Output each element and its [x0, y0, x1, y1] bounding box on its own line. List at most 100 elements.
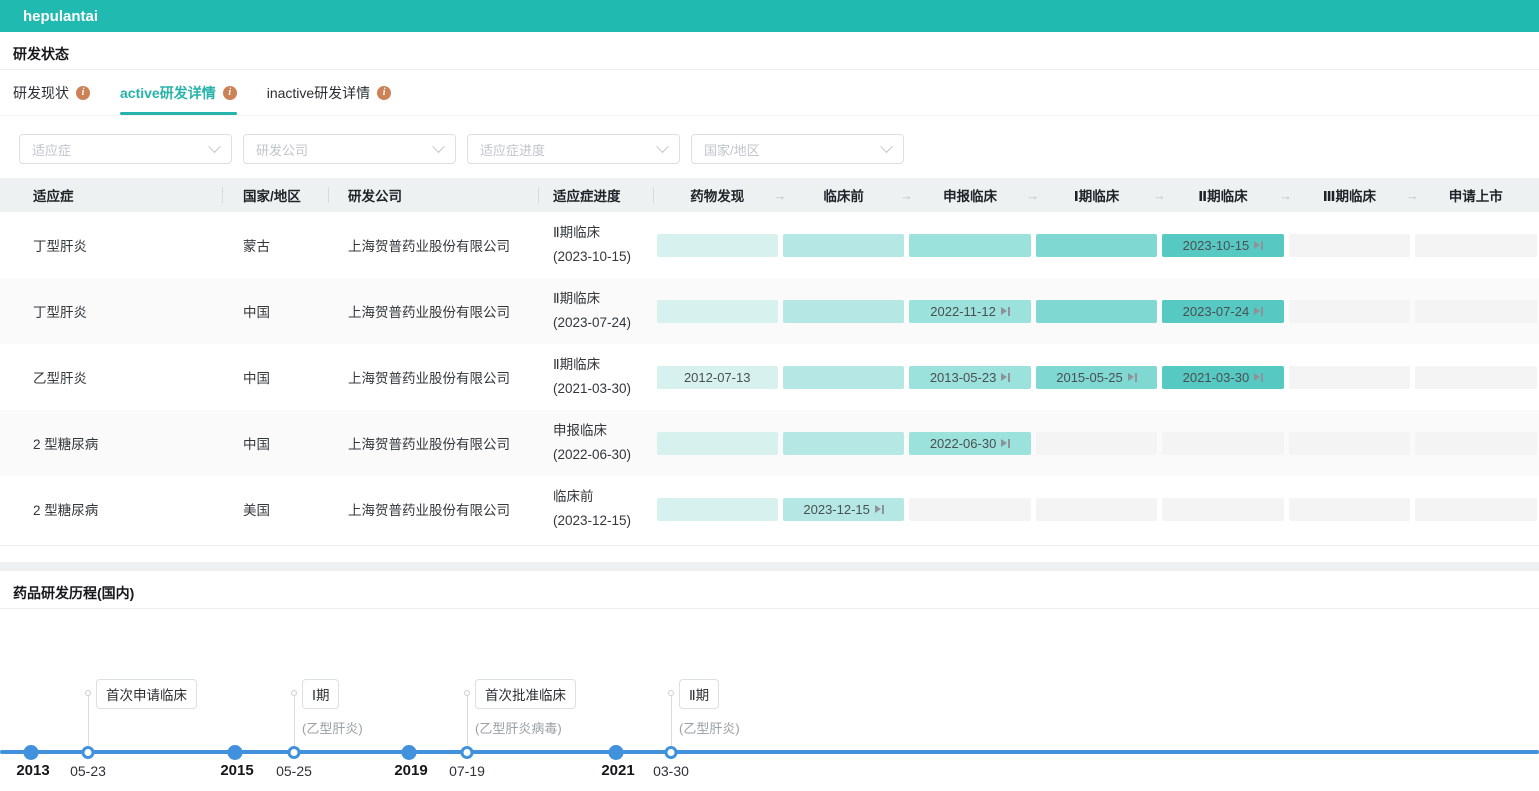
step-bar [1135, 373, 1137, 382]
step-forward-icon[interactable] [1001, 307, 1010, 316]
stage-header-label: 临床前 [823, 185, 864, 205]
step-triangle [1254, 373, 1260, 381]
timeline-event-box[interactable]: 首次申请临床 [96, 679, 197, 709]
timeline-event-dot[interactable] [82, 746, 95, 759]
step-forward-icon[interactable] [1254, 373, 1263, 382]
timeline-event-dot[interactable] [288, 746, 301, 759]
timeline-event-dot[interactable] [461, 746, 474, 759]
stage-cell: 2021-03-30 [1160, 366, 1286, 389]
stage-bar-filled[interactable]: 2023-07-24 [1162, 300, 1283, 323]
filter-select-适应症进度[interactable]: 适应症进度 [467, 134, 680, 164]
step-forward-icon[interactable] [1001, 439, 1010, 448]
filter-select-国家/地区[interactable]: 国家/地区 [691, 134, 904, 164]
stage-bar-filled [909, 234, 1030, 257]
stage-bar-filled[interactable]: 2023-10-15 [1162, 234, 1283, 257]
timeline-event-stem [294, 695, 295, 752]
cell-progress: 申报临床(2022-06-30) [539, 419, 654, 466]
column-header-适应症: 适应症 [0, 178, 223, 212]
stage-cell [1286, 498, 1412, 521]
stage-bar-filled [1036, 300, 1157, 323]
stage-cell: 2013-05-23 [907, 366, 1033, 389]
cell-indication: 乙型肝炎 [0, 367, 223, 387]
step-forward-icon[interactable] [1001, 373, 1010, 382]
stage-cell [780, 300, 906, 323]
stage-bar-empty [909, 498, 1030, 521]
stage-bar-empty [1415, 234, 1536, 257]
timeline-event-stem [671, 695, 672, 752]
timeline-event-box[interactable]: 首次批准临床 [475, 679, 576, 709]
stage-bar-empty [1415, 366, 1536, 389]
stage-header-label: Ⅲ期临床 [1323, 185, 1376, 205]
stage-bar-filled[interactable]: 2022-11-12 [909, 300, 1030, 323]
timeline-event-box[interactable]: Ⅱ期 [679, 679, 719, 709]
rd-history-card: 药品研发历程(国内) 2013201520192021首次申请临床05-23Ⅰ期… [0, 571, 1539, 783]
stage-cell [1286, 300, 1412, 323]
cell-company: 上海贺普药业股份有限公司 [329, 499, 539, 519]
progress-stage-label: 临床前 [553, 485, 654, 509]
step-forward-icon[interactable] [875, 505, 884, 514]
filter-select-适应症[interactable]: 适应症 [19, 134, 232, 164]
stage-bar-filled[interactable]: 2022-06-30 [909, 432, 1030, 455]
tab-inactive研发详情[interactable]: inactive研发详情i [267, 70, 391, 115]
chevron-down-icon [208, 140, 221, 153]
column-header-label: 适应症进度 [553, 185, 621, 205]
section-title-rd-status: 研发状态 [0, 32, 1539, 70]
table-row: 丁型肝炎中国上海贺普药业股份有限公司Ⅱ期临床(2023-07-24)2022-1… [0, 278, 1539, 344]
table-bottom-divider [0, 545, 1539, 562]
cell-region: 中国 [223, 367, 329, 387]
stage-header-label: Ⅱ期临床 [1198, 185, 1247, 205]
step-bar [1008, 373, 1010, 382]
timeline-stem-dot [668, 690, 674, 696]
timeline-event-subtitle: (乙型肝炎) [302, 718, 363, 737]
stage-cell [780, 432, 906, 455]
cell-progress: Ⅱ期临床(2023-07-24) [539, 287, 654, 334]
stage-bar-filled[interactable]: 2023-12-15 [783, 498, 904, 521]
stage-bar-filled[interactable]: 2015-05-25 [1036, 366, 1157, 389]
stage-cell [654, 234, 780, 257]
tab-研发现状[interactable]: 研发现状 i [13, 70, 90, 115]
step-triangle [1128, 373, 1134, 381]
filter-select-研发公司[interactable]: 研发公司 [243, 134, 456, 164]
stage-bar-empty [1415, 300, 1536, 323]
stage-header-临床前: 临床前→ [780, 178, 906, 212]
stage-cell [1286, 366, 1412, 389]
info-icon[interactable]: i [377, 86, 391, 100]
step-bar [1261, 373, 1263, 382]
stage-bar-filled[interactable]: 2013-05-23 [909, 366, 1030, 389]
step-triangle [1001, 439, 1007, 447]
timeline-event-subtitle: (乙型肝炎病毒) [475, 718, 562, 737]
stage-bar-empty [1289, 234, 1410, 257]
timeline-stem-dot [85, 690, 91, 696]
table-row: 丁型肝炎蒙古上海贺普药业股份有限公司Ⅱ期临床(2023-10-15)2023-1… [0, 212, 1539, 278]
progress-stage-date: (2023-10-15) [553, 245, 654, 269]
app-header-bar: hepulantai [0, 0, 1539, 32]
timeline-year-label: 2013 [16, 762, 49, 779]
step-forward-icon[interactable] [1254, 241, 1263, 250]
stage-date-label: 2013-05-23 [930, 370, 997, 385]
step-forward-icon[interactable] [1128, 373, 1137, 382]
filter-placeholder: 国家/地区 [704, 140, 760, 159]
stage-cell [1033, 498, 1159, 521]
chevron-down-icon [656, 140, 669, 153]
stage-header-药物发现: 药物发现→ [654, 178, 780, 212]
timeline-stem-dot [464, 690, 470, 696]
info-icon[interactable]: i [76, 86, 90, 100]
stage-bar-empty [1036, 432, 1157, 455]
section-title-rd-history: 药品研发历程(国内) [0, 571, 1539, 609]
stage-bar-empty [1289, 366, 1410, 389]
stage-bar-filled[interactable]: 2021-03-30 [1162, 366, 1283, 389]
chevron-down-icon [880, 140, 893, 153]
stage-cell [654, 432, 780, 455]
timeline-event-box[interactable]: Ⅰ期 [302, 679, 339, 709]
timeline-event-date: 05-25 [276, 763, 312, 779]
stage-cell [1286, 234, 1412, 257]
step-forward-icon[interactable] [1254, 307, 1263, 316]
stage-cell: 2012-07-13 [654, 366, 780, 389]
stage-bar-filled[interactable]: 2012-07-13 [657, 366, 778, 389]
table-body: 丁型肝炎蒙古上海贺普药业股份有限公司Ⅱ期临床(2023-10-15)2023-1… [0, 212, 1539, 542]
timeline-event-dot[interactable] [665, 746, 678, 759]
info-icon[interactable]: i [223, 86, 237, 100]
tab-active研发详情[interactable]: active研发详情i [120, 70, 237, 115]
tab-label: 研发现状 [13, 83, 69, 103]
stage-bar-filled [1036, 234, 1157, 257]
